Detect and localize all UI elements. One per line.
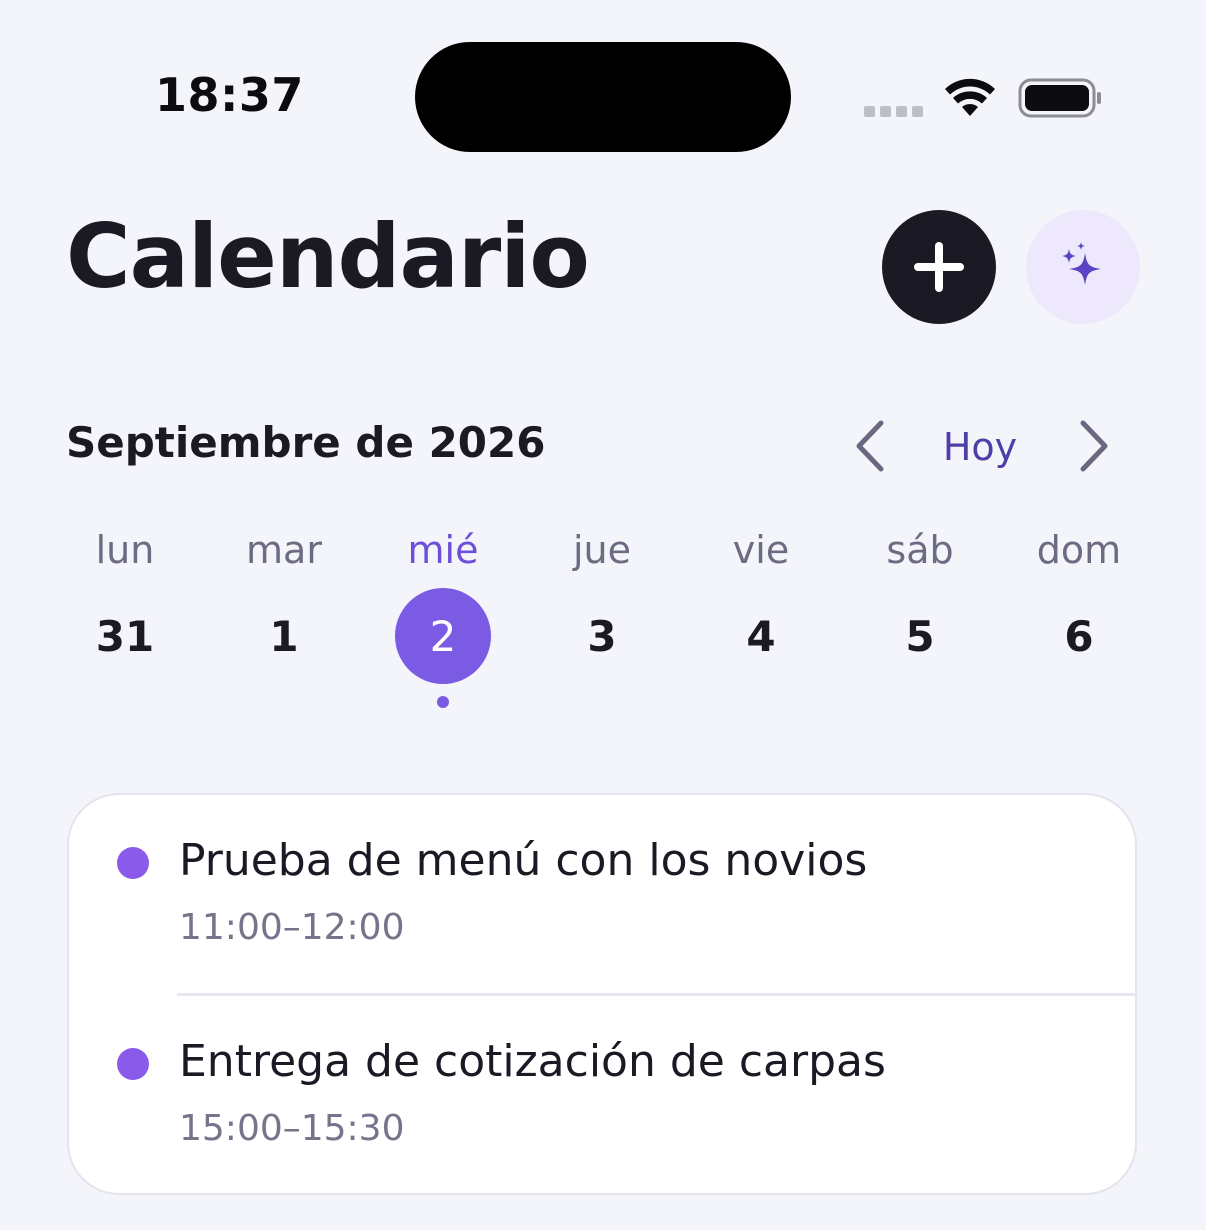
sparkles-icon bbox=[1062, 242, 1101, 285]
day-number: 2 bbox=[429, 611, 457, 661]
previous-week-button[interactable] bbox=[846, 418, 892, 474]
day-cell-lun[interactable]: lun 31 bbox=[45, 520, 205, 720]
day-number-circle: 1 bbox=[236, 588, 332, 684]
add-event-button[interactable] bbox=[882, 210, 996, 324]
day-number: 4 bbox=[746, 611, 776, 661]
page-title: Calendario bbox=[66, 205, 590, 308]
event-color-dot bbox=[117, 1048, 149, 1080]
day-number: 6 bbox=[1064, 611, 1094, 661]
day-cell-dom[interactable]: dom 6 bbox=[999, 520, 1159, 720]
event-title: Prueba de menú con los novios bbox=[179, 835, 868, 886]
event-time: 11:00–12:00 bbox=[179, 907, 405, 948]
selected-day-circle: 2 bbox=[395, 588, 491, 684]
weekday-label: jue bbox=[572, 528, 632, 572]
weekday-label: lun bbox=[95, 528, 155, 572]
day-cell-sab[interactable]: sáb 5 bbox=[840, 520, 1000, 720]
next-week-button[interactable] bbox=[1072, 418, 1118, 474]
cellular-signal-icon bbox=[864, 106, 923, 117]
event-indicator-dot bbox=[437, 696, 449, 708]
events-list-card: Prueba de menú con los novios 11:00–12:0… bbox=[67, 793, 1137, 1195]
day-number-circle: 5 bbox=[872, 588, 968, 684]
weekday-label: vie bbox=[732, 528, 790, 572]
wifi-icon bbox=[945, 78, 995, 116]
day-number-circle: 31 bbox=[77, 588, 173, 684]
day-number-circle: 3 bbox=[554, 588, 650, 684]
ai-assistant-button[interactable] bbox=[1026, 210, 1140, 324]
battery-icon bbox=[1018, 78, 1101, 118]
event-color-dot bbox=[117, 847, 149, 879]
day-number: 5 bbox=[905, 611, 935, 661]
status-bar: 18:37 bbox=[0, 0, 1206, 190]
chevron-left-icon bbox=[856, 420, 884, 472]
weekday-label: sáb bbox=[886, 528, 954, 572]
event-time: 15:00–15:30 bbox=[179, 1108, 405, 1149]
day-cell-mie[interactable]: mié 2 bbox=[363, 520, 523, 720]
day-number: 3 bbox=[587, 611, 617, 661]
day-cell-vie[interactable]: vie 4 bbox=[681, 520, 841, 720]
today-button[interactable]: Hoy bbox=[930, 420, 1030, 474]
day-number-circle: 4 bbox=[713, 588, 809, 684]
month-label: Septiembre de 2026 bbox=[66, 418, 546, 467]
event-title: Entrega de cotización de carpas bbox=[179, 1036, 886, 1087]
day-number: 31 bbox=[95, 611, 155, 661]
event-item[interactable]: Entrega de cotización de carpas 15:00–15… bbox=[69, 996, 1135, 1193]
chevron-right-icon bbox=[1080, 420, 1108, 472]
week-strip: lun 31 mar 1 mié 2 jue 3 vie 4 sáb 5 dom… bbox=[45, 520, 1160, 720]
day-number: 1 bbox=[269, 611, 299, 661]
weekday-label: mar bbox=[246, 528, 322, 572]
plus-icon bbox=[914, 242, 964, 292]
weekday-label: mié bbox=[407, 528, 479, 572]
day-cell-jue[interactable]: jue 3 bbox=[522, 520, 682, 720]
dynamic-island bbox=[415, 42, 791, 152]
day-cell-mar[interactable]: mar 1 bbox=[204, 520, 364, 720]
day-number-circle: 6 bbox=[1031, 588, 1127, 684]
event-item[interactable]: Prueba de menú con los novios 11:00–12:0… bbox=[69, 795, 1135, 996]
weekday-label: dom bbox=[1036, 528, 1122, 572]
status-time: 18:37 bbox=[155, 68, 304, 122]
